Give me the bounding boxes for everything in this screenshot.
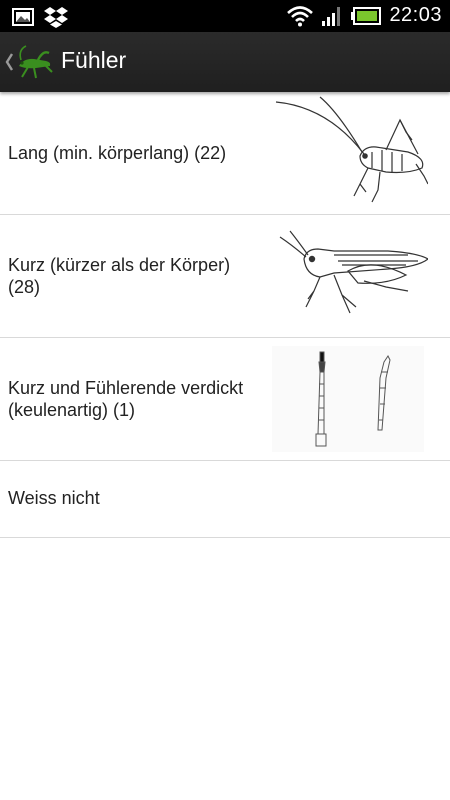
list-item[interactable]: Weiss nicht xyxy=(0,461,450,538)
list-item-label: Kurz (kürzer als der Körper) (28) xyxy=(8,255,231,297)
battery-icon xyxy=(351,6,382,25)
grasshopper-short-antennae-illustration xyxy=(279,230,428,314)
action-bar: Fühler xyxy=(0,32,450,92)
page-title: Fühler xyxy=(61,47,127,73)
status-bar-notifications xyxy=(12,6,68,28)
back-chevron-icon[interactable] xyxy=(4,49,14,75)
list-item[interactable]: Kurz und Fühlerende verdickt (keulenarti… xyxy=(0,338,450,461)
signal-icon xyxy=(322,6,341,26)
dropbox-icon xyxy=(44,7,68,28)
list-item-label: Kurz und Fühlerende verdickt (keulenarti… xyxy=(8,378,244,420)
list-item-label: Weiss nicht xyxy=(8,488,100,508)
wifi-icon xyxy=(287,5,314,26)
status-bar: 22:03 xyxy=(0,0,450,32)
option-list: Lang (min. körperlang) (22) Kurz (kürzer… xyxy=(0,92,450,538)
grasshopper-app-icon[interactable] xyxy=(16,44,54,80)
list-item[interactable]: Lang (min. körperlang) (22) xyxy=(0,92,450,215)
gallery-icon xyxy=(12,8,34,26)
bush-cricket-long-antennae-illustration xyxy=(275,96,428,203)
club-shaped-antennae-illustration xyxy=(272,346,424,452)
list-item[interactable]: Kurz (kürzer als der Körper) (28) xyxy=(0,215,450,338)
status-bar-system: 22:03 xyxy=(287,4,442,27)
list-item-label: Lang (min. körperlang) (22) xyxy=(8,143,227,163)
clock: 22:03 xyxy=(389,4,442,26)
